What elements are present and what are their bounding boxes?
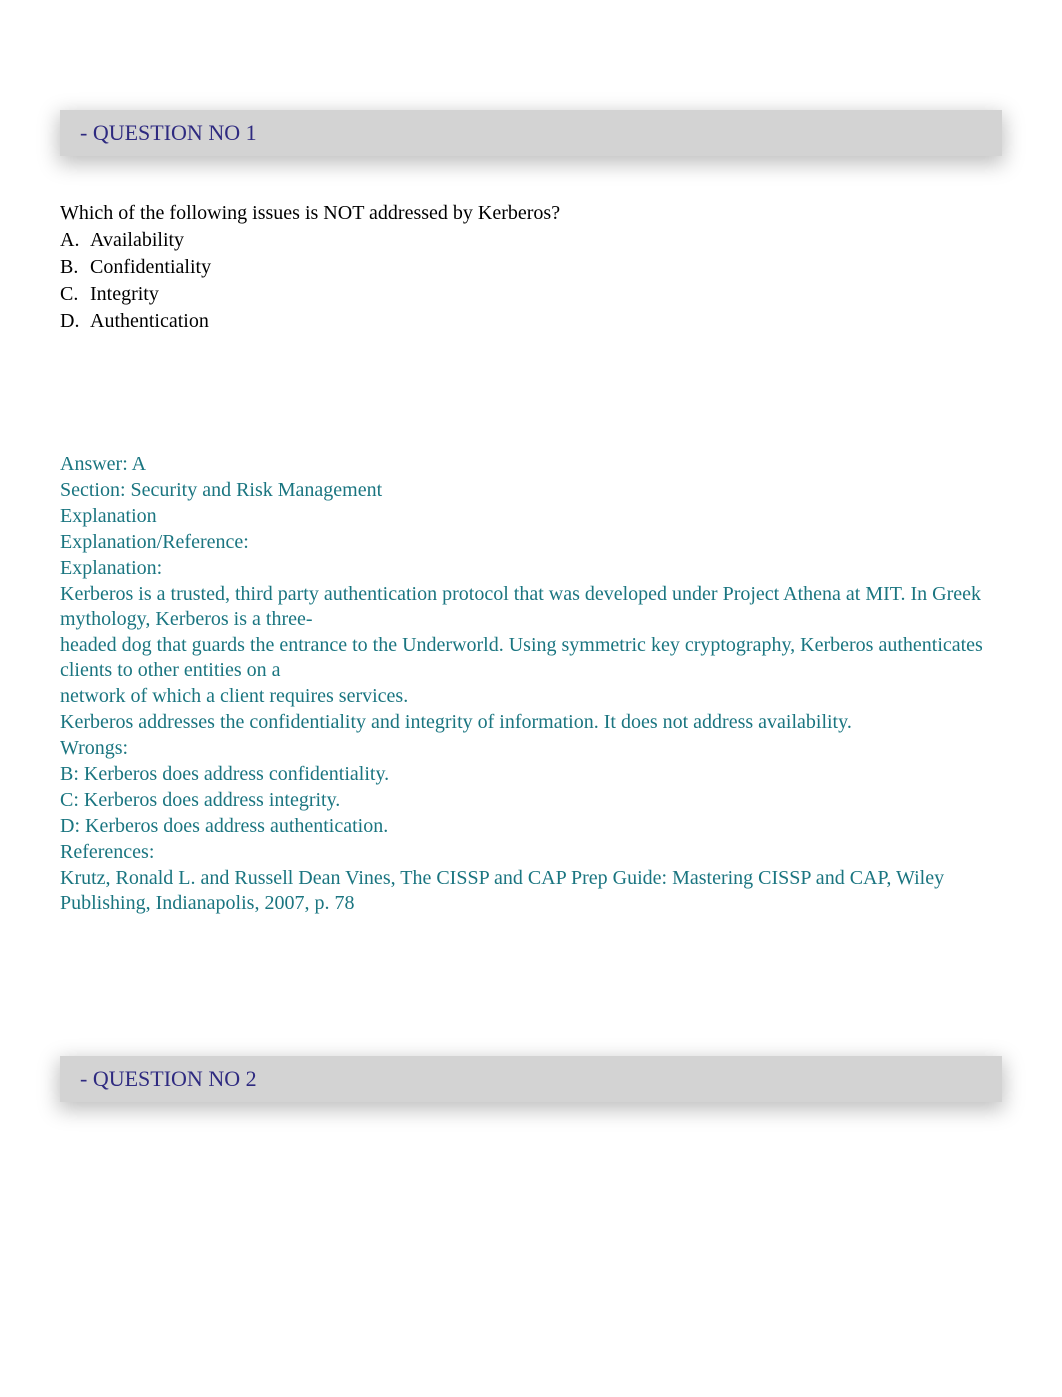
explanation-body-1: Kerberos is a trusted, third party authe…	[60, 582, 1002, 632]
question-2-number: 2	[246, 1066, 257, 1092]
question-2-header: - QUESTION NO 2	[60, 1056, 1002, 1102]
explanation-reference-heading: Explanation/Reference:	[60, 530, 1002, 555]
question-1-body: Which of the following issues is NOT add…	[60, 156, 1002, 334]
option-d-letter: D.	[60, 309, 90, 334]
reference-text: Krutz, Ronald L. and Russell Dean Vines,…	[60, 866, 1002, 916]
option-c-letter: C.	[60, 282, 90, 307]
wrongs-label: Wrongs:	[60, 736, 1002, 761]
document-content: - QUESTION NO 1 Which of the following i…	[0, 110, 1062, 1102]
option-c: C.Integrity	[60, 282, 1002, 307]
option-b: B.Confidentiality	[60, 255, 1002, 280]
answer-value: Answer: A	[60, 452, 1002, 477]
question-1-header-text: - QUESTION NO 1	[80, 120, 257, 145]
question-1-prompt: Which of the following issues is NOT add…	[60, 201, 1002, 226]
option-d-text: Authentication	[90, 310, 209, 332]
explanation-body-3: network of which a client requires servi…	[60, 684, 1002, 709]
question-2-header-prefix: - QUESTION NO	[80, 1066, 246, 1091]
wrong-b: B: Kerberos does address confidentiality…	[60, 762, 1002, 787]
question-1-number: 1	[246, 120, 257, 146]
explanation-heading: Explanation	[60, 504, 1002, 529]
wrong-d: D: Kerberos does address authentication.	[60, 814, 1002, 839]
explanation-label: Explanation:	[60, 556, 1002, 581]
option-a: A.Availability	[60, 228, 1002, 253]
section-value: Section: Security and Risk Management	[60, 478, 1002, 503]
option-a-text: Availability	[90, 229, 184, 251]
option-d: D.Authentication	[60, 309, 1002, 334]
answer-section: Answer: A Section: Security and Risk Man…	[60, 452, 1002, 916]
question-header-prefix: - QUESTION NO	[80, 120, 246, 145]
question-1-header: - QUESTION NO 1	[60, 110, 1002, 156]
option-c-text: Integrity	[90, 283, 159, 305]
option-a-letter: A.	[60, 228, 90, 253]
references-label: References:	[60, 840, 1002, 865]
option-b-letter: B.	[60, 255, 90, 280]
explanation-body-4: Kerberos addresses the confidentiality a…	[60, 710, 1002, 735]
option-b-text: Confidentiality	[90, 256, 211, 278]
explanation-body-2: headed dog that guards the entrance to t…	[60, 633, 1002, 683]
question-2-header-text: - QUESTION NO 2	[80, 1066, 257, 1091]
wrong-c: C: Kerberos does address integrity.	[60, 788, 1002, 813]
